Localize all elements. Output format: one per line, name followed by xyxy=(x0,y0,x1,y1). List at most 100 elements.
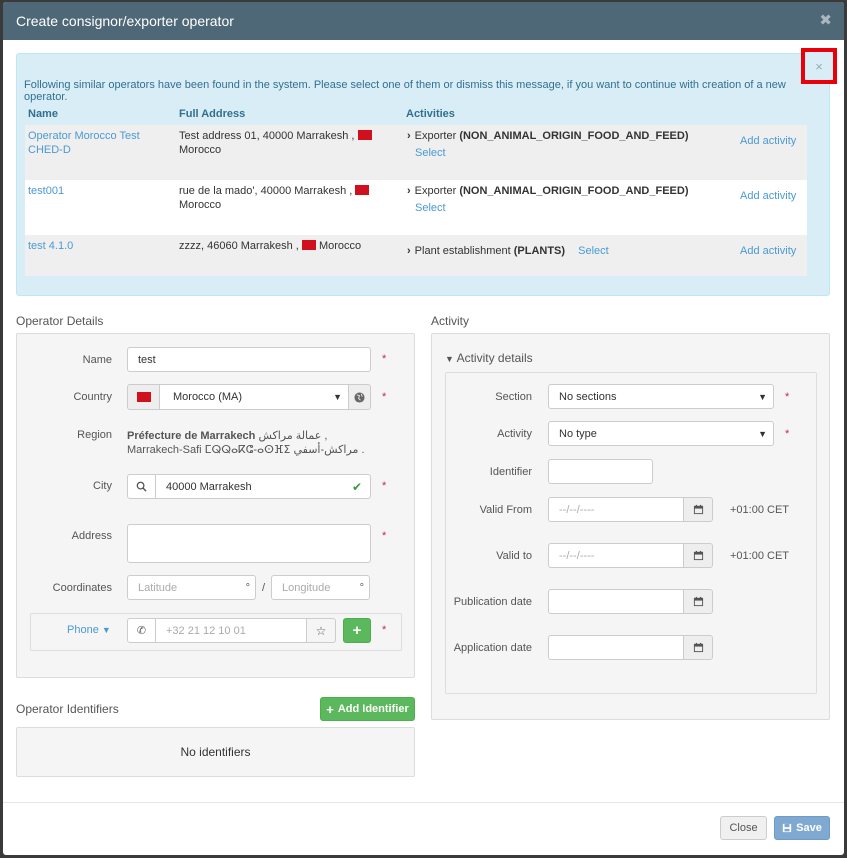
operator-name-link[interactable]: test 4.1.0 xyxy=(28,239,173,253)
publication-date-input[interactable] xyxy=(548,589,684,614)
chevron-down-icon: ▼ xyxy=(445,354,454,364)
valid-to-input[interactable]: --/--/---- xyxy=(548,543,684,568)
select-link[interactable]: Select xyxy=(415,202,446,214)
publication-date-label: Publication date xyxy=(453,596,532,608)
morocco-flag-icon xyxy=(301,240,316,250)
section-select[interactable]: No sections ▼ xyxy=(548,384,774,409)
create-operator-modal: Create consignor/exporter operator ✖ × F… xyxy=(3,2,844,855)
operator-name-link[interactable]: Operator Morocco Test CHED-D xyxy=(28,129,173,157)
chevron-right-icon: › xyxy=(407,130,411,142)
header-name: Name xyxy=(28,108,58,120)
add-activity-link[interactable]: Add activity xyxy=(740,245,796,257)
publication-calendar-button[interactable] xyxy=(683,589,713,614)
select-link[interactable]: Select xyxy=(578,245,609,257)
operator-activity: › Exporter (NON_ANIMAL_ORIGIN_FOOD_AND_FE… xyxy=(407,130,689,159)
chevron-right-icon: › xyxy=(407,245,411,257)
region-label: Region xyxy=(77,429,112,441)
phone-addon: ✆ xyxy=(127,618,156,643)
similar-operator-row: test001 rue de la mado', 40000 Marrakesh… xyxy=(25,180,807,235)
dropdown-arrow-icon: ▼ xyxy=(758,391,767,402)
add-activity-link[interactable]: Add activity xyxy=(740,135,796,147)
section-label: Section xyxy=(495,391,532,403)
alert-message: Following similar operators have been fo… xyxy=(24,79,786,103)
close-icon: × xyxy=(815,58,823,74)
valid-to-label: Valid to xyxy=(496,550,532,562)
application-calendar-button[interactable] xyxy=(683,635,713,660)
identifier-label: Identifier xyxy=(489,466,532,478)
activity-details-toggle[interactable]: ▼ Activity details xyxy=(445,351,533,365)
operator-address: zzzz, 46060 Marrakesh , Morocco xyxy=(179,240,362,252)
no-identifiers-text: No identifiers xyxy=(180,745,251,759)
calendar-icon xyxy=(693,642,703,653)
calendar-icon xyxy=(693,550,703,561)
city-label: City xyxy=(93,480,112,492)
valid-to-timezone: +01:00 CET xyxy=(730,550,790,562)
modal-header: Create consignor/exporter operator ✖ xyxy=(3,2,844,40)
similar-operators-alert: × Following similar operators have been … xyxy=(16,48,837,296)
favorite-phone-button[interactable]: ☆ xyxy=(306,618,336,643)
name-input[interactable]: test xyxy=(127,347,371,372)
valid-from-timezone: +01:00 CET xyxy=(730,504,790,516)
add-phone-button[interactable]: + xyxy=(343,618,371,643)
calendar-icon xyxy=(693,596,703,607)
valid-from-label: Valid From xyxy=(479,504,532,516)
application-date-label: Application date xyxy=(453,642,532,654)
modal-title: Create consignor/exporter operator xyxy=(16,13,234,29)
chevron-down-icon: ▼ xyxy=(101,625,111,635)
morocco-flag-icon xyxy=(136,392,151,402)
activity-title: Activity xyxy=(431,314,470,328)
globe-button[interactable] xyxy=(348,384,371,410)
operator-name-link[interactable]: test001 xyxy=(28,184,173,198)
similar-operator-row: test 4.1.0 zzzz, 46060 Marrakesh , Moroc… xyxy=(25,235,807,276)
plus-icon: + xyxy=(352,622,362,639)
name-label: Name xyxy=(82,354,112,366)
plus-icon: + xyxy=(326,701,334,717)
valid-from-calendar-button[interactable] xyxy=(683,497,713,522)
similar-operator-row: Operator Morocco Test CHED-D Test addres… xyxy=(25,125,807,180)
latitude-input[interactable]: Latitude ° xyxy=(127,575,256,600)
calendar-icon xyxy=(693,504,703,515)
search-icon xyxy=(136,481,147,492)
valid-to-calendar-button[interactable] xyxy=(683,543,713,568)
city-search-addon xyxy=(127,474,156,499)
select-link[interactable]: Select xyxy=(415,147,446,159)
coordinates-label: Coordinates xyxy=(52,582,112,594)
operator-address: rue de la mado', 40000 Marrakesh , Moroc… xyxy=(179,184,399,212)
identifier-input[interactable] xyxy=(548,459,653,484)
morocco-flag-icon xyxy=(355,185,370,195)
operator-address: Test address 01, 40000 Marrakesh , Moroc… xyxy=(179,129,399,157)
header-activities: Activities xyxy=(406,108,455,120)
chevron-right-icon: › xyxy=(407,185,411,197)
country-select[interactable]: Morocco (MA) ▼ xyxy=(159,384,349,410)
activity-label: Activity xyxy=(497,428,532,440)
operator-identifiers-title: Operator Identifiers xyxy=(16,702,119,716)
add-activity-link[interactable]: Add activity xyxy=(740,190,796,202)
dropdown-arrow-icon: ▼ xyxy=(333,392,342,402)
application-date-input[interactable] xyxy=(548,635,684,660)
add-identifier-button[interactable]: + Add Identifier xyxy=(320,697,415,721)
header-address: Full Address xyxy=(179,108,246,120)
address-textarea[interactable] xyxy=(127,524,371,563)
globe-icon xyxy=(354,391,365,403)
save-button[interactable]: Save xyxy=(774,816,830,840)
save-icon xyxy=(782,823,792,833)
morocco-flag-icon xyxy=(357,130,372,140)
region-value: Préfecture de Marrakech عمالة مراكش , Ma… xyxy=(127,430,365,456)
modal-footer-divider xyxy=(3,802,844,803)
country-label: Country xyxy=(73,391,112,403)
operator-details-title: Operator Details xyxy=(16,314,104,328)
city-input[interactable]: 40000 Marrakesh ✔ xyxy=(155,474,371,499)
identifiers-panel: No identifiers xyxy=(16,727,415,777)
operator-activity: › Plant establishment (PLANTS) Select xyxy=(407,245,609,257)
close-button[interactable]: Close xyxy=(720,816,767,840)
country-flag-addon xyxy=(127,384,160,410)
valid-from-input[interactable]: --/--/---- xyxy=(548,497,684,522)
operator-details-panel: Name test * Country Morocco (MA) ▼ * Reg… xyxy=(16,333,415,678)
phone-icon: ✆ xyxy=(136,625,147,637)
modal-close-icon[interactable]: ✖ xyxy=(819,11,832,29)
phone-type-dropdown[interactable]: Phone ▼ xyxy=(67,624,111,636)
longitude-input[interactable]: Longitude ° xyxy=(271,575,370,600)
activity-type-select[interactable]: No type ▼ xyxy=(548,421,774,446)
check-icon: ✔ xyxy=(351,479,362,494)
phone-input[interactable]: +32 21 12 10 01 xyxy=(155,618,307,643)
